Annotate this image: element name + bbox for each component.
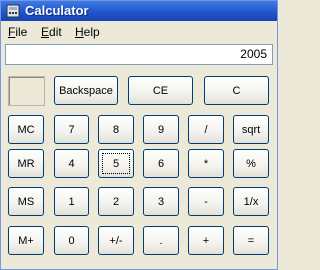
calculator-app-icon	[6, 4, 20, 18]
memory-add-button[interactable]: M+	[8, 226, 44, 255]
digit-1-button[interactable]: 1	[54, 187, 89, 216]
divide-button[interactable]: /	[188, 115, 224, 144]
digit-7-button[interactable]: 7	[54, 115, 89, 144]
title-bar[interactable]: Calculator	[1, 1, 277, 21]
clear-button[interactable]: C	[204, 76, 269, 105]
sign-toggle-button[interactable]: +/-	[98, 226, 134, 255]
digit-4-button[interactable]: 4	[54, 149, 89, 178]
digit-5-button[interactable]: 5	[98, 149, 134, 178]
memory-recall-button[interactable]: MR	[8, 149, 44, 178]
window-title: Calculator	[25, 3, 89, 18]
digit-0-button[interactable]: 0	[54, 226, 89, 255]
clear-entry-button[interactable]: CE	[128, 76, 193, 105]
calculator-window: Calculator File Edit Help 2005 Backspace…	[0, 0, 278, 270]
menu-help-rest: elp	[83, 25, 100, 39]
menu-bar: File Edit Help	[1, 22, 277, 42]
menu-help-accel: H	[75, 25, 84, 39]
memory-store-button[interactable]: MS	[8, 187, 44, 216]
menu-edit-accel: E	[41, 25, 50, 39]
menu-edit-rest: dit	[49, 25, 62, 39]
memory-indicator	[8, 76, 45, 106]
result-display: 2005	[5, 44, 273, 65]
digit-6-button[interactable]: 6	[143, 149, 179, 178]
menu-edit[interactable]: Edit	[41, 22, 62, 42]
backspace-button[interactable]: Backspace	[54, 76, 118, 105]
decimal-button[interactable]: .	[143, 226, 179, 255]
menu-file-rest: ile	[15, 25, 28, 39]
digit-8-button[interactable]: 8	[98, 115, 134, 144]
reciprocal-button[interactable]: 1/x	[233, 187, 269, 216]
digit-2-button[interactable]: 2	[98, 187, 134, 216]
digit-9-button[interactable]: 9	[143, 115, 179, 144]
multiply-button[interactable]: *	[188, 149, 224, 178]
equals-button[interactable]: =	[233, 226, 269, 255]
percent-button[interactable]: %	[233, 149, 269, 178]
menu-file[interactable]: File	[8, 22, 27, 42]
sqrt-button[interactable]: sqrt	[233, 115, 269, 144]
menu-help[interactable]: Help	[75, 22, 100, 42]
plus-button[interactable]: +	[188, 226, 224, 255]
memory-clear-button[interactable]: MC	[8, 115, 44, 144]
minus-button[interactable]: -	[188, 187, 224, 216]
digit-3-button[interactable]: 3	[143, 187, 179, 216]
